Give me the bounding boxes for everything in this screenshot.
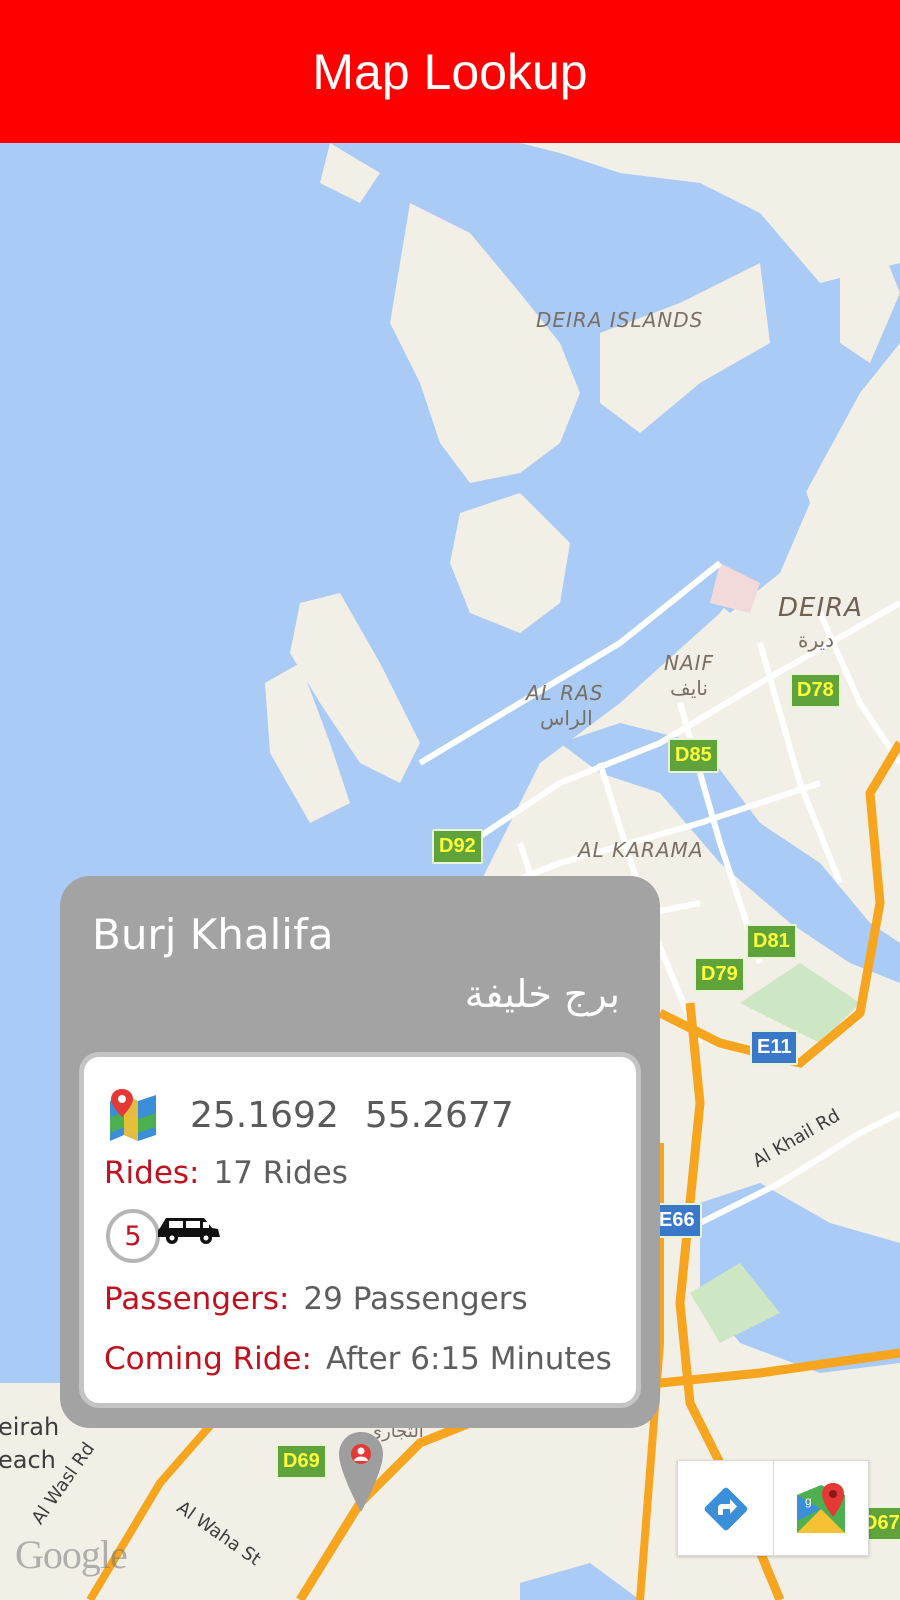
map-controls: g xyxy=(677,1460,869,1557)
car-icon xyxy=(158,1218,220,1244)
open-google-maps-button[interactable]: g xyxy=(773,1461,868,1557)
map-label-deira-islands: DEIRA ISLANDS xyxy=(536,308,704,332)
map-icon xyxy=(110,1089,156,1141)
seats-count: 5 xyxy=(124,1220,142,1252)
location-title-ar: برج خليفة xyxy=(464,972,620,1016)
map-label-jumeirah: eirah xyxy=(0,1413,60,1441)
location-info-card[interactable]: Burj Khalifa برج خليفة 25.1692 55.2677 R… xyxy=(60,876,660,1428)
passengers-value: 29 Passengers xyxy=(303,1281,528,1317)
map-label-beach: each xyxy=(0,1446,56,1474)
longitude-value: 55.2677 xyxy=(364,1094,514,1136)
map-label-al-ras: AL RAS xyxy=(526,681,604,705)
map-label-deira-ar: ديرة xyxy=(798,628,834,652)
road-shield-d92: D92 xyxy=(432,829,483,864)
coming-ride-label: Coming Ride: xyxy=(104,1341,312,1377)
rides-row: Rides: 17 Rides xyxy=(104,1155,348,1191)
road-shield-d78: D78 xyxy=(790,673,841,708)
coming-ride-value: After 6:15 Minutes xyxy=(325,1341,612,1377)
map-label-naif: NAIF xyxy=(664,651,715,675)
directions-icon xyxy=(704,1487,747,1531)
coordinates-row: 25.1692 55.2677 xyxy=(108,1087,514,1143)
app-header: Map Lookup xyxy=(0,0,900,143)
map-label-deira: DEIRA xyxy=(778,593,863,623)
location-details: 25.1692 55.2677 Rides: 17 Rides 5 Passen… xyxy=(79,1052,641,1408)
passengers-row: Passengers: 29 Passengers xyxy=(104,1281,528,1317)
location-title: Burj Khalifa xyxy=(92,910,334,959)
passengers-label: Passengers: xyxy=(104,1281,290,1317)
road-shield-d81: D81 xyxy=(746,924,797,959)
latitude-value: 25.1692 xyxy=(190,1094,339,1136)
google-attribution: Google xyxy=(15,1532,128,1577)
page-title: Map Lookup xyxy=(312,43,588,100)
map-label-al-karama: AL KARAMA xyxy=(578,838,704,862)
google-maps-icon: g xyxy=(797,1483,845,1533)
map-label-al-ras-ar: الراس xyxy=(540,706,593,730)
directions-button[interactable] xyxy=(678,1461,773,1557)
road-shield-e11: E11 xyxy=(750,1030,799,1065)
road-shield-d79: D79 xyxy=(694,957,745,992)
road-shield-d69: D69 xyxy=(276,1444,327,1479)
svg-text:g: g xyxy=(805,1494,812,1508)
location-pin-icon[interactable] xyxy=(337,1430,385,1514)
coming-ride-row: Coming Ride: After 6:15 Minutes xyxy=(104,1341,612,1377)
map-label-naif-ar: نايف xyxy=(670,676,708,700)
seats-row: 5 xyxy=(106,1209,222,1263)
road-shield-d85: D85 xyxy=(668,738,719,773)
seats-badge: 5 xyxy=(106,1209,160,1263)
rides-value: 17 Rides xyxy=(213,1155,348,1191)
rides-label: Rides: xyxy=(104,1155,200,1191)
